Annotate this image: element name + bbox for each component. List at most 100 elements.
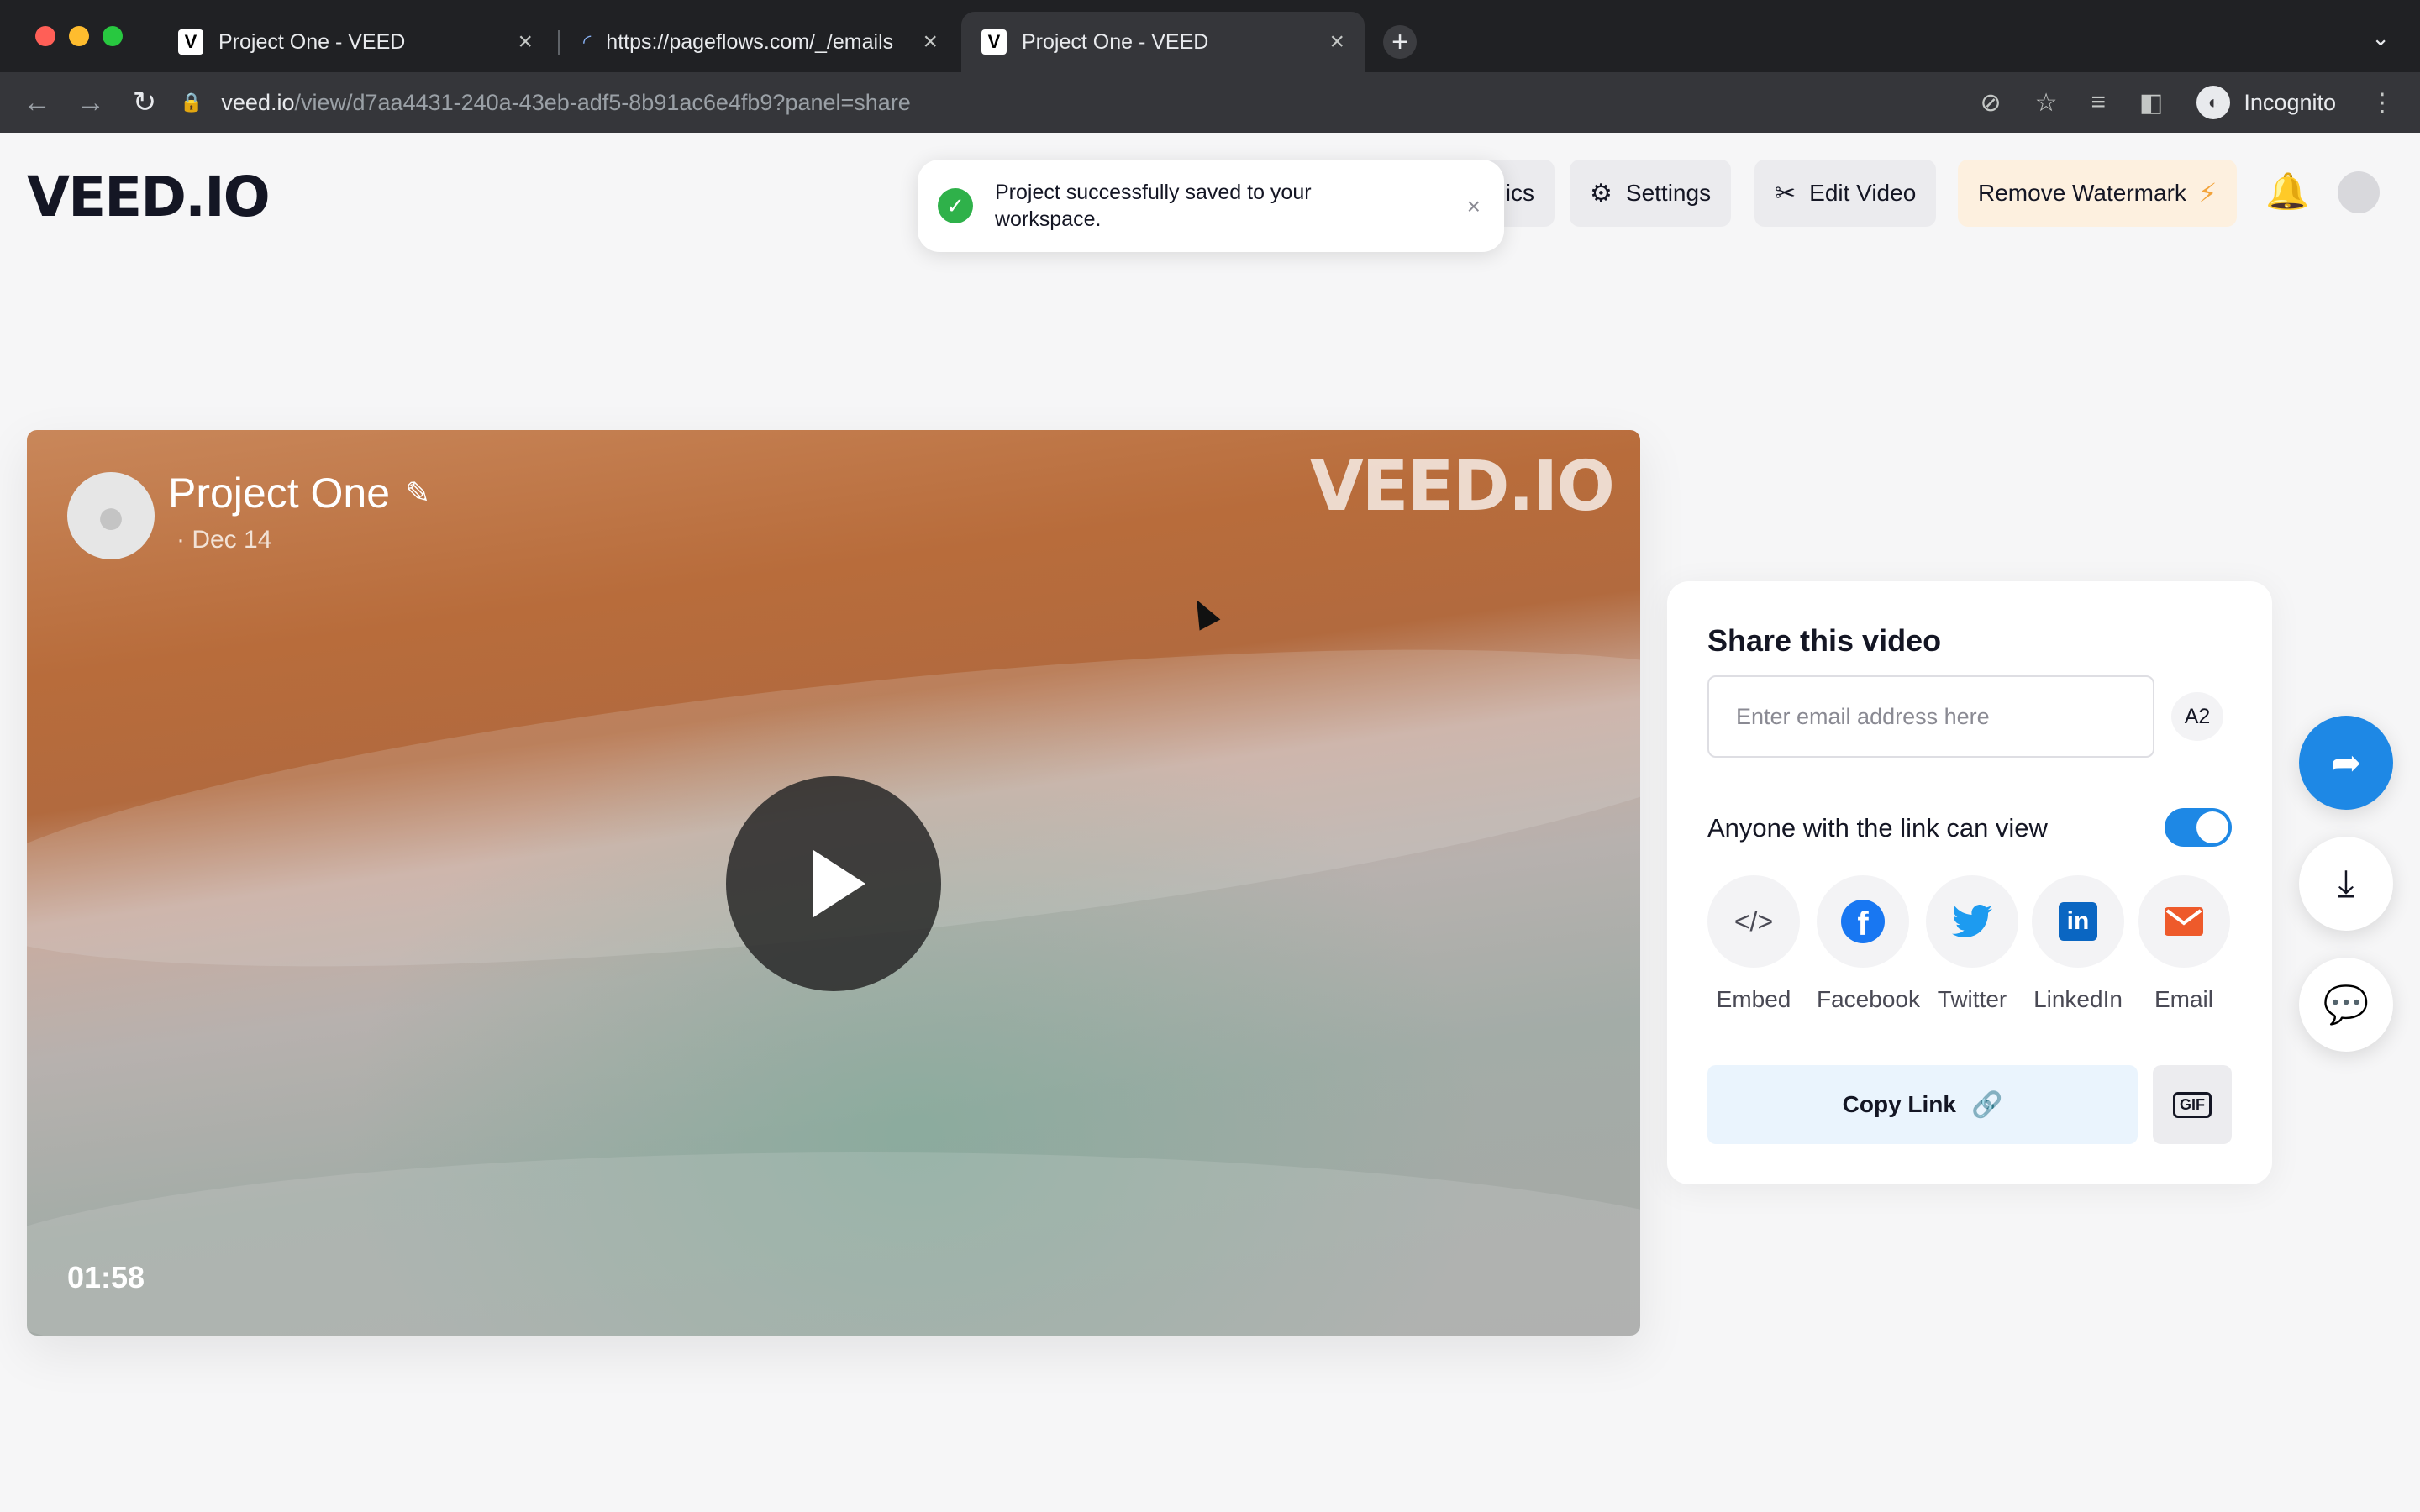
browser-tab[interactable]: ◜ https://pageflows.com/_/emails × xyxy=(563,12,958,72)
play-icon xyxy=(813,850,865,917)
close-tab-icon[interactable]: × xyxy=(1329,28,1344,56)
media-queue-icon[interactable]: ≡ xyxy=(2091,88,2107,117)
scissors-icon: ✂ xyxy=(1775,179,1797,207)
chat-icon: 💬 xyxy=(2323,984,2370,1026)
success-toast: ✓ Project successfully saved to your wor… xyxy=(918,160,1504,252)
creator-avatar: ● xyxy=(67,472,155,559)
video-player[interactable]: ● Project One ✎ · Dec 14 VEED.IO 01:58 xyxy=(27,430,1640,1336)
chevron-down-icon[interactable]: ⌄ xyxy=(2371,25,2390,51)
linkedin-glyph: in xyxy=(2059,902,2097,941)
loading-icon: ◜ xyxy=(583,30,592,54)
tab-separator xyxy=(558,30,560,55)
veed-favicon-icon: V xyxy=(178,29,203,55)
veed-favicon-icon: V xyxy=(981,29,1007,55)
toast-message: Project successfully saved to your works… xyxy=(995,181,1312,231)
forward-arrow-icon[interactable]: → xyxy=(74,86,108,119)
incognito-label: Incognito xyxy=(2244,89,2336,115)
side-panel-icon[interactable]: ◧ xyxy=(2139,88,2163,118)
incognito-icon: ◐ xyxy=(2196,86,2231,119)
new-tab-button[interactable]: + xyxy=(1383,25,1417,59)
remove-watermark-label: Remove Watermark xyxy=(1978,180,2186,206)
minimize-window-button[interactable] xyxy=(69,26,89,46)
email-input[interactable] xyxy=(1707,675,2154,758)
edit-video-label: Edit Video xyxy=(1809,180,1917,206)
link-permission-toggle[interactable] xyxy=(2165,808,2232,847)
share-arrow-icon: ➦ xyxy=(2330,742,2362,784)
video-duration: 01:58 xyxy=(67,1260,145,1294)
star-icon[interactable]: ☆ xyxy=(2035,88,2058,118)
reload-icon[interactable]: ↻ xyxy=(128,86,161,119)
envelope-icon xyxy=(2165,907,2203,936)
close-tab-icon[interactable]: × xyxy=(518,28,533,56)
incognito-indicator[interactable]: ◐ Incognito xyxy=(2196,86,2336,119)
video-date: · Dec 14 xyxy=(176,526,272,554)
close-icon[interactable]: × xyxy=(1467,193,1481,220)
back-arrow-icon[interactable]: ← xyxy=(20,86,54,119)
toggle-knob xyxy=(2196,811,2228,843)
edit-video-button[interactable]: ✂ Edit Video xyxy=(1754,160,1937,227)
linkedin-label: LinkedIn xyxy=(2033,986,2123,1012)
facebook-icon: f xyxy=(1817,875,1909,968)
copy-link-button[interactable]: Copy Link 🔗 xyxy=(1707,1065,2138,1144)
gear-icon: ⚙ xyxy=(1590,179,1612,207)
pencil-icon[interactable]: ✎ xyxy=(405,475,430,511)
zoom-window-button[interactable] xyxy=(103,26,123,46)
browser-tab[interactable]: V Project One - VEED × xyxy=(158,12,553,72)
twitter-label: Twitter xyxy=(1937,986,2007,1012)
link-permission-label: Anyone with the link can view xyxy=(1707,813,2048,843)
linkedin-icon: in xyxy=(2032,875,2124,968)
embed-icon: </> xyxy=(1707,875,1800,968)
copy-link-label: Copy Link xyxy=(1842,1091,1956,1117)
veed-logo[interactable]: VEED.IO xyxy=(27,165,271,229)
facebook-label: Facebook xyxy=(1817,986,1920,1012)
toolbar-icons: ⊘ ☆ ≡ ◧ ◐ Incognito ⋮ xyxy=(1980,72,2420,133)
email-label: Email xyxy=(2154,986,2213,1012)
lightning-icon: ⚡ xyxy=(2197,178,2217,208)
tab-title: Project One - VEED xyxy=(218,29,406,54)
video-title-text: Project One xyxy=(168,470,391,517)
video-title: Project One ✎ xyxy=(168,469,430,517)
analytics-label: ics xyxy=(1505,180,1534,206)
veed-watermark: VEED.IO xyxy=(1310,447,1615,527)
settings-label: Settings xyxy=(1625,180,1712,206)
tab-title: Project One - VEED xyxy=(1022,29,1209,54)
gif-button[interactable]: GIF xyxy=(2153,1065,2232,1144)
video-frame-decoration xyxy=(27,1152,1640,1336)
collaborator-avatar[interactable]: A2 xyxy=(2171,692,2223,741)
more-menu-icon[interactable]: ⋮ xyxy=(2370,88,2395,118)
check-icon: ✓ xyxy=(938,188,973,223)
gif-icon: GIF xyxy=(2173,1091,2212,1118)
play-button[interactable] xyxy=(726,776,941,991)
email-icon xyxy=(2138,875,2230,968)
remove-watermark-button[interactable]: Remove Watermark ⚡ xyxy=(1958,160,2238,227)
tab-title: https://pageflows.com/_/emails xyxy=(606,29,894,54)
browser-tab-bar: V Project One - VEED × ◜ https://pageflo… xyxy=(0,0,2420,72)
twitter-bird-icon xyxy=(1952,905,1992,937)
share-panel-title: Share this video xyxy=(1707,623,1942,658)
close-tab-icon[interactable]: × xyxy=(923,28,938,56)
embed-label: Embed xyxy=(1716,986,1791,1012)
download-icon: ⤓ xyxy=(2338,863,2354,904)
download-fab-button[interactable]: ⤓ xyxy=(2299,837,2393,931)
address-bar[interactable]: 🔒 veed.io /view/d7aa4431-240a-43eb-adf5-… xyxy=(180,81,1213,124)
share-panel: Share this video A2 Anyone with the link… xyxy=(1667,581,2272,1184)
bell-icon[interactable]: 🔔 xyxy=(2265,171,2309,213)
url-domain: veed.io xyxy=(221,89,295,115)
email-share-button[interactable]: Email xyxy=(2138,875,2230,1013)
share-fab-button[interactable]: ➦ xyxy=(2299,716,2393,810)
twitter-icon xyxy=(1926,875,2018,968)
embed-button[interactable]: </> Embed xyxy=(1707,875,1800,1013)
facebook-button[interactable]: f Facebook xyxy=(1817,875,1920,1013)
browser-toolbar: ← → ↻ 🔒 veed.io /view/d7aa4431-240a-43eb… xyxy=(0,72,2420,133)
linkedin-button[interactable]: in LinkedIn xyxy=(2032,875,2124,1013)
link-icon: 🔗 xyxy=(1970,1090,2003,1119)
user-avatar[interactable] xyxy=(2338,171,2380,213)
close-window-button[interactable] xyxy=(35,26,55,46)
lock-icon: 🔒 xyxy=(180,92,203,113)
comments-fab-button[interactable]: 💬 xyxy=(2299,958,2393,1052)
twitter-button[interactable]: Twitter xyxy=(1926,875,2018,1013)
settings-button[interactable]: ⚙ Settings xyxy=(1570,160,1732,227)
eye-off-icon[interactable]: ⊘ xyxy=(1980,88,2001,118)
url-path: /view/d7aa4431-240a-43eb-adf5-8b91ac6e4f… xyxy=(294,89,911,115)
browser-tab-active[interactable]: V Project One - VEED × xyxy=(961,12,1365,72)
